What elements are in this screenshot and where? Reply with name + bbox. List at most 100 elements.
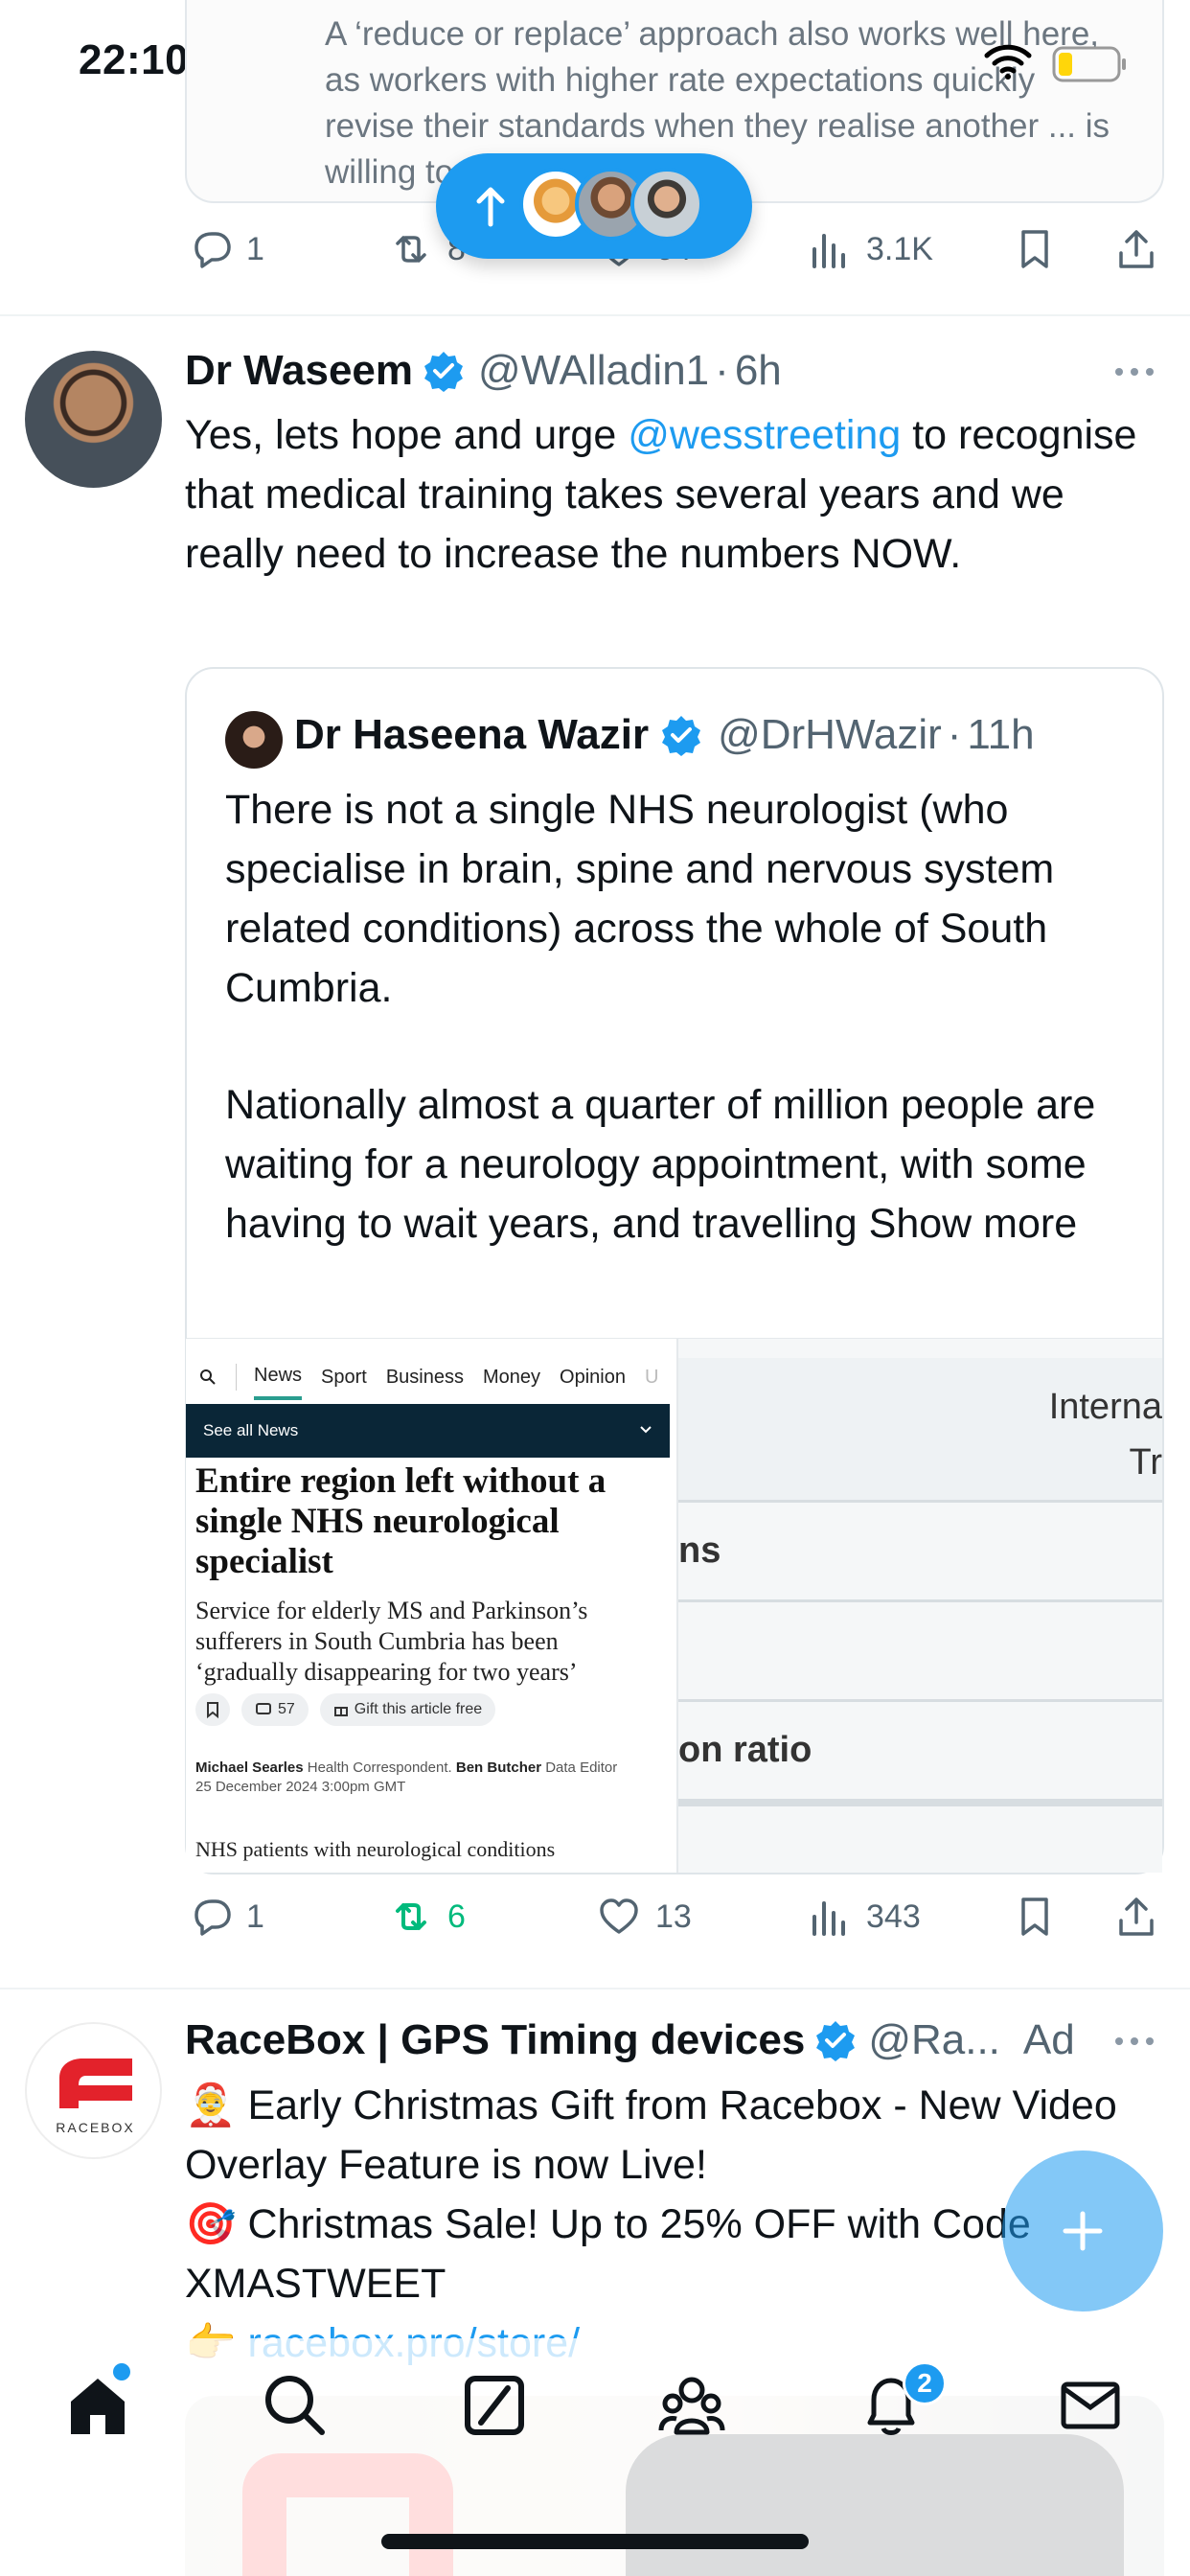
communities-icon[interactable] [657, 2371, 726, 2440]
reply-button[interactable]: 1 [187, 1894, 264, 1940]
views-icon [812, 1901, 845, 1936]
show-more-link[interactable]: Show more [869, 1201, 1077, 1247]
more-options-icon[interactable] [1111, 2032, 1157, 2051]
gift-label: Gift this article free [354, 1701, 483, 1717]
like-button[interactable]: 13 [596, 1894, 692, 1940]
search-icon [200, 1369, 216, 1385]
author-name[interactable]: Dr Waseem [185, 347, 413, 395]
post-header: Dr Waseem @WAlladin1 · 6h [185, 347, 782, 395]
author-1: Michael Searles [195, 1760, 304, 1776]
comments-count: 57 [278, 1701, 295, 1717]
table-header-1: Interna [1048, 1387, 1162, 1427]
battery-icon [1052, 46, 1126, 82]
ad-author-name[interactable]: RaceBox | GPS Timing devices [185, 2016, 805, 2064]
heart-icon [600, 1898, 638, 1934]
article-nav-item: U [644, 1366, 659, 1388]
article-nav-item: Opinion [560, 1366, 626, 1388]
author-avatar[interactable] [25, 351, 162, 488]
article-nav-item: Money [482, 1366, 541, 1388]
views-button[interactable]: 3.1K [807, 226, 933, 272]
status-time: 22:10 [79, 36, 190, 83]
article-body: NHS patients with neurological condition… [195, 1837, 556, 1861]
article-subhead: Service for elderly MS and Parkinson’s s… [195, 1597, 588, 1686]
post-text-start: Yes, lets hope and urge [185, 412, 629, 458]
gift-chip: Gift this article free [319, 1693, 496, 1726]
article-meta: 57 Gift this article free [195, 1693, 496, 1726]
bookmark-chip [195, 1693, 230, 1726]
ad-author-handle[interactable]: @Ra... [868, 2016, 1000, 2064]
table-screenshot-image[interactable]: Interna Tr ns on ratio [678, 1339, 1162, 1873]
divider [0, 1988, 1190, 1990]
ad-header: RaceBox | GPS Timing devices @Ra... Ad [185, 2016, 1075, 2064]
reply-count: 1 [246, 230, 264, 267]
repost-count: 6 [447, 1898, 466, 1935]
see-all-bar: See all News [186, 1404, 670, 1458]
bookmark-icon [207, 1702, 218, 1718]
quote-paragraph-2: Nationally almost a quarter of million p… [225, 1075, 1135, 1254]
reply-icon [195, 1899, 231, 1936]
bookmark-button[interactable] [1012, 226, 1058, 272]
reply-button[interactable]: 1 [187, 226, 264, 272]
repost-button[interactable]: 6 [388, 1894, 466, 1940]
gift-icon [333, 1707, 348, 1716]
repost-icon [396, 236, 426, 263]
repost-icon [396, 1903, 426, 1930]
views-count: 3.1K [866, 230, 933, 267]
arrow-up-icon [476, 187, 505, 227]
article-nav-item: Business [385, 1366, 464, 1388]
notifications-badge: 2 [903, 2361, 947, 2405]
ad-line-1: 🤶 Early Christmas Gift from Racebox - Ne… [185, 2082, 1117, 2188]
verified-badge-icon [662, 716, 701, 756]
article-byline: Michael Searles Health Correspondent. Be… [195, 1759, 665, 1797]
views-icon [812, 234, 845, 268]
article-screenshot-image[interactable]: News Sport Business Money Opinion U See … [186, 1339, 678, 1873]
table-header-2: Tr [1129, 1442, 1162, 1483]
table-header: Interna Tr [678, 1358, 1162, 1500]
article-headline: Entire region left without a single NHS … [195, 1461, 606, 1581]
share-button[interactable] [1113, 1894, 1159, 1940]
more-options-icon[interactable] [1111, 362, 1157, 381]
table-row-3-text: on ratio [678, 1730, 812, 1770]
chevron-down-icon [640, 1426, 652, 1434]
quote-header: Dr Haseena Wazir @DrHWazir · 11h [294, 711, 1035, 759]
views-count: 343 [866, 1898, 921, 1935]
messages-icon[interactable] [1056, 2371, 1125, 2440]
quote-author-handle: @DrHWazir [718, 711, 942, 758]
role-2: Data Editor [545, 1760, 618, 1776]
home-icon[interactable] [63, 2371, 132, 2440]
post-time[interactable]: 6h [735, 347, 782, 395]
nav-separator [236, 1364, 237, 1391]
grok-icon[interactable] [460, 2371, 529, 2440]
article-nav: News Sport Business Money Opinion U [186, 1350, 676, 1404]
post-text: Yes, lets hope and urge @wesstreeting to… [185, 405, 1153, 584]
author-2: Ben Butcher [455, 1760, 542, 1776]
quote-paragraph-1: There is not a single NHS neurologist (w… [225, 787, 1055, 1011]
wifi-icon [984, 44, 1032, 80]
like-count: 13 [655, 1898, 692, 1935]
author-handle[interactable]: @WAlladin1 [478, 347, 709, 395]
bookmark-button[interactable] [1012, 1894, 1058, 1940]
reply-count: 1 [246, 1898, 264, 1935]
verified-badge-icon [424, 352, 464, 392]
mention-link[interactable]: @wesstreeting [628, 412, 901, 458]
search-icon[interactable] [261, 2371, 330, 2440]
role-1: Health Correspondent. [307, 1760, 452, 1776]
comment-icon [256, 1703, 271, 1714]
compose-button[interactable] [1002, 2150, 1163, 2312]
plus-icon [1063, 2211, 1103, 2251]
divider [0, 314, 1190, 316]
quote-time: 11h [967, 711, 1035, 758]
share-icon [1119, 230, 1154, 268]
pill-avatar-3 [630, 168, 703, 241]
separator-dot: · [947, 711, 962, 758]
table-row [678, 1799, 1162, 1873]
share-icon [1119, 1898, 1154, 1936]
verified-badge-icon [816, 2021, 856, 2061]
comments-chip: 57 [241, 1693, 309, 1726]
ad-author-avatar[interactable]: RACEBOX [25, 2022, 162, 2159]
see-all-label: See all News [203, 1421, 299, 1439]
quote-author-avatar [225, 711, 283, 769]
share-button[interactable] [1113, 226, 1159, 272]
logo-text: RACEBOX [56, 2120, 135, 2135]
views-button[interactable]: 343 [807, 1894, 921, 1940]
